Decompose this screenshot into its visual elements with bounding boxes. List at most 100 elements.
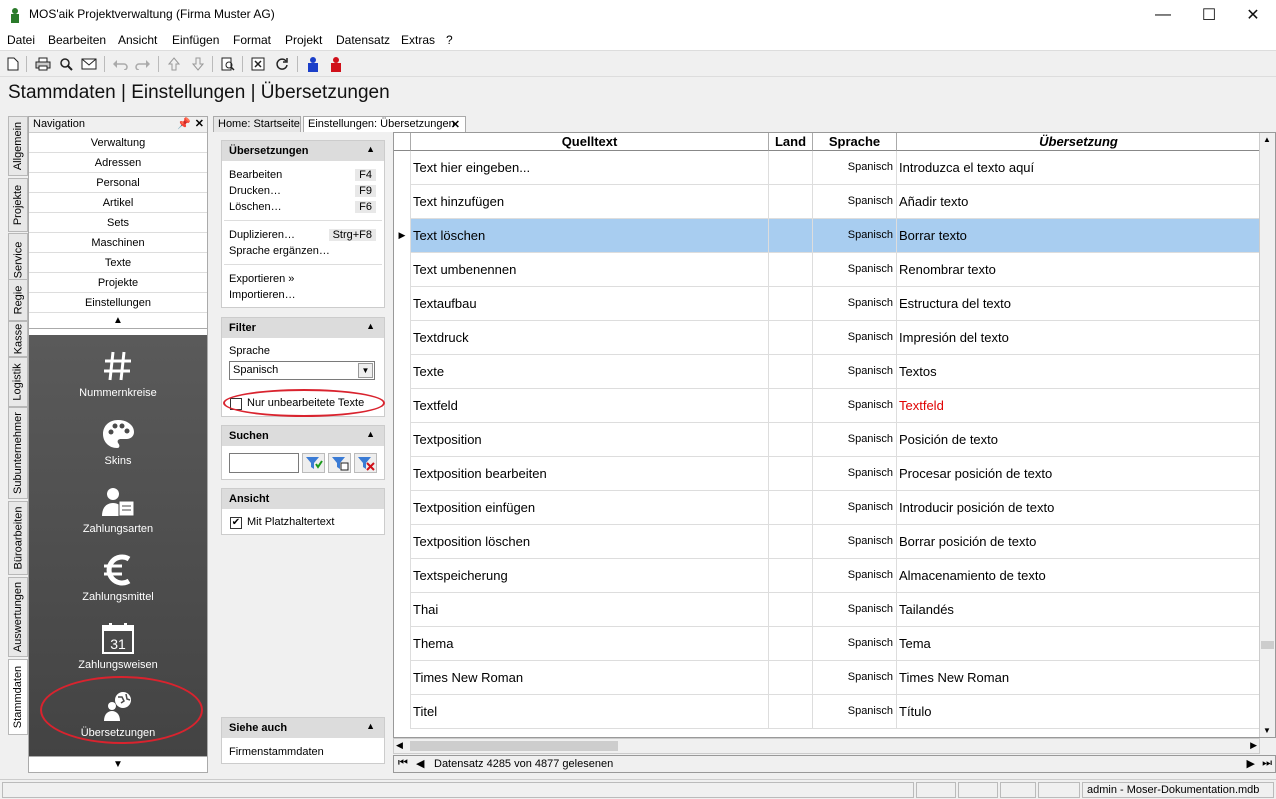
table-row[interactable]: Titel Spanisch Título	[394, 695, 1261, 729]
cell-quelltext[interactable]: Textposition löschen	[411, 525, 769, 559]
close-tab-icon[interactable]: ✕	[451, 118, 460, 131]
cell-quelltext[interactable]: Texte	[411, 355, 769, 389]
menu-format[interactable]: Format	[233, 33, 271, 47]
table-row[interactable]: Times New Roman Spanisch Times New Roman	[394, 661, 1261, 695]
col-quelltext[interactable]: Quelltext	[411, 133, 769, 151]
cell-quelltext[interactable]: Textposition	[411, 423, 769, 457]
cell-land[interactable]	[769, 287, 813, 321]
vertical-scrollbar[interactable]: ▲ ▼	[1259, 133, 1275, 737]
prev-record-icon[interactable]: ◀	[416, 757, 424, 770]
task-duplizieren[interactable]: Duplizieren… Strg+F8	[229, 229, 379, 241]
placeholder-checkbox[interactable]: ✔	[230, 517, 242, 529]
group-header[interactable]: Siehe auch ▲	[222, 718, 384, 738]
menu-datensatz[interactable]: Datensatz	[336, 33, 390, 47]
user-red-icon[interactable]	[326, 55, 346, 73]
next-record-icon[interactable]: ▶	[1247, 757, 1255, 770]
menu-extras[interactable]: Extras	[401, 33, 435, 47]
cell-sprache[interactable]: Spanisch	[813, 457, 897, 491]
cell-uebersetzung[interactable]: Título	[897, 695, 1261, 729]
cell-sprache[interactable]: Spanisch	[813, 491, 897, 525]
row-indicator[interactable]	[394, 559, 411, 593]
cell-uebersetzung[interactable]: Textfeld	[897, 389, 1261, 423]
vtab-subunternehmer[interactable]: Subunternehmer	[8, 407, 28, 499]
cell-uebersetzung[interactable]: Borrar texto	[897, 219, 1261, 253]
row-indicator[interactable]	[394, 695, 411, 729]
nav-texte[interactable]: Texte	[29, 253, 207, 273]
nav-item-zahlungsmittel[interactable]: Zahlungsmittel	[29, 549, 207, 617]
cell-uebersetzung[interactable]: Textos	[897, 355, 1261, 389]
tab-startseite[interactable]: Home: Startseite	[213, 116, 301, 132]
row-indicator[interactable]	[394, 287, 411, 321]
pin-icon[interactable]: 📌	[177, 117, 191, 130]
close-panel-icon[interactable]: ✕	[195, 117, 204, 130]
cell-uebersetzung[interactable]: Renombrar texto	[897, 253, 1261, 287]
cell-sprache[interactable]: Spanisch	[813, 695, 897, 729]
nav-verwaltung[interactable]: Verwaltung	[29, 133, 207, 153]
task-loeschen[interactable]: Löschen… F6	[229, 201, 379, 213]
row-indicator[interactable]: ▶	[394, 219, 411, 253]
close-button[interactable]: ✕	[1230, 0, 1276, 30]
cell-land[interactable]	[769, 661, 813, 695]
cell-sprache[interactable]: Spanisch	[813, 321, 897, 355]
cell-land[interactable]	[769, 593, 813, 627]
cell-land[interactable]	[769, 355, 813, 389]
table-row[interactable]: Textspeicherung Spanisch Almacenamiento de…	[394, 559, 1261, 593]
cell-quelltext[interactable]: Textspeicherung	[411, 559, 769, 593]
cell-sprache[interactable]: Spanisch	[813, 525, 897, 559]
search-document-icon[interactable]	[218, 55, 238, 73]
cell-uebersetzung[interactable]: Introducir posición de texto	[897, 491, 1261, 525]
cell-land[interactable]	[769, 185, 813, 219]
table-row[interactable]: Thema Spanisch Tema	[394, 627, 1261, 661]
nav-sets[interactable]: Sets	[29, 213, 207, 233]
vtab-auswertungen[interactable]: Auswertungen	[8, 577, 28, 657]
link-firmenstammdaten[interactable]: Firmenstammdaten	[229, 746, 324, 758]
table-row[interactable]: Textaufbau Spanisch Estructura del texto	[394, 287, 1261, 321]
row-indicator[interactable]	[394, 661, 411, 695]
cell-uebersetzung[interactable]: Almacenamiento de texto	[897, 559, 1261, 593]
cell-quelltext[interactable]: Text löschen	[411, 219, 769, 253]
cell-quelltext[interactable]: Textposition einfügen	[411, 491, 769, 525]
refresh-icon[interactable]	[272, 55, 292, 73]
menu-einfuegen[interactable]: Einfügen	[172, 33, 219, 47]
cell-quelltext[interactable]: Textdruck	[411, 321, 769, 355]
menu-ansicht[interactable]: Ansicht	[118, 33, 157, 47]
row-indicator[interactable]	[394, 253, 411, 287]
print-preview-icon[interactable]	[56, 55, 76, 73]
cell-quelltext[interactable]: Thema	[411, 627, 769, 661]
undo-icon[interactable]	[110, 55, 130, 73]
row-indicator[interactable]	[394, 457, 411, 491]
cell-sprache[interactable]: Spanisch	[813, 661, 897, 695]
group-header[interactable]: Suchen ▲	[222, 426, 384, 446]
group-header[interactable]: Filter ▲	[222, 318, 384, 338]
table-row[interactable]: Textposition löschen Spanisch Borrar posic…	[394, 525, 1261, 559]
row-indicator[interactable]	[394, 389, 411, 423]
redo-icon[interactable]	[133, 55, 153, 73]
cell-quelltext[interactable]: Thai	[411, 593, 769, 627]
first-record-icon[interactable]: ⏮	[398, 757, 408, 770]
nav-projekte[interactable]: Projekte	[29, 273, 207, 293]
arrow-down-icon[interactable]	[188, 55, 208, 73]
vtab-allgemein[interactable]: Allgemein	[8, 116, 28, 176]
language-select[interactable]: Spanisch ▼	[229, 361, 375, 380]
cell-uebersetzung[interactable]: Times New Roman	[897, 661, 1261, 695]
table-row[interactable]: Text hinzufügen Spanisch Añadir texto	[394, 185, 1261, 219]
cell-sprache[interactable]: Spanisch	[813, 253, 897, 287]
row-indicator[interactable]	[394, 491, 411, 525]
menu-help[interactable]: ?	[446, 33, 453, 47]
cell-land[interactable]	[769, 525, 813, 559]
menu-projekt[interactable]: Projekt	[285, 33, 322, 47]
nav-item-nummernkreise[interactable]: Nummernkreise	[29, 345, 207, 413]
cell-sprache[interactable]: Spanisch	[813, 423, 897, 457]
group-header[interactable]: Übersetzungen ▲	[222, 141, 384, 161]
cell-uebersetzung[interactable]: Introduzca el texto aquí	[897, 151, 1261, 185]
filter-list-icon[interactable]	[328, 453, 351, 473]
vtab-stammdaten[interactable]: Stammdaten	[8, 659, 28, 735]
cell-land[interactable]	[769, 695, 813, 729]
new-document-icon[interactable]	[3, 55, 23, 73]
minimize-button[interactable]: —	[1140, 0, 1186, 30]
cell-quelltext[interactable]: Textaufbau	[411, 287, 769, 321]
table-row[interactable]: Text hier eingeben... Spanisch Introduzca …	[394, 151, 1261, 185]
row-indicator[interactable]	[394, 355, 411, 389]
table-row[interactable]: Thai Spanisch Tailandés	[394, 593, 1261, 627]
cell-land[interactable]	[769, 627, 813, 661]
